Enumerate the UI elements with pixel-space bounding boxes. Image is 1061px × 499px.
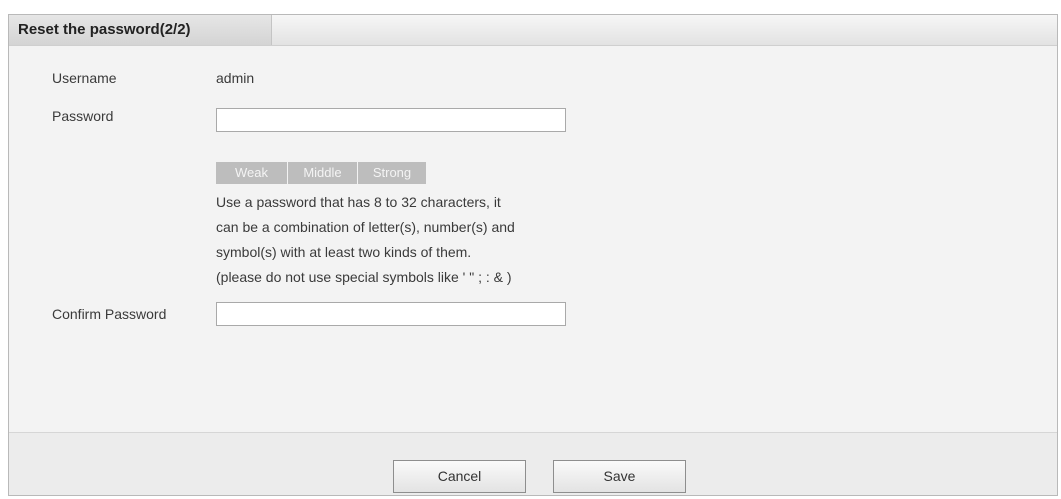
strength-middle: Middle <box>288 162 357 184</box>
dialog-footer: Cancel Save <box>9 432 1057 495</box>
confirm-password-label: Confirm Password <box>52 306 167 322</box>
strength-weak: Weak <box>216 162 287 184</box>
password-input[interactable] <box>216 108 566 132</box>
username-label: Username <box>52 70 117 86</box>
cancel-button[interactable]: Cancel <box>393 460 526 493</box>
username-value: admin <box>216 70 255 86</box>
password-hint-line: Use a password that has 8 to 32 characte… <box>216 194 501 210</box>
password-hint-line: (please do not use special symbols like … <box>216 269 512 285</box>
password-label: Password <box>52 108 114 124</box>
dialog-title: Reset the password(2/2) <box>18 21 191 38</box>
password-hint-line: symbol(s) with at least two kinds of the… <box>216 244 472 260</box>
password-strength-meter: Weak Middle Strong <box>216 162 427 184</box>
dialog-header: Reset the password(2/2) <box>9 15 1057 46</box>
password-hint-line: can be a combination of letter(s), numbe… <box>216 219 515 235</box>
reset-password-dialog: Reset the password(2/2) Username admin P… <box>8 14 1058 496</box>
dialog-body: Username admin Password Weak Middle Stro… <box>9 46 1057 432</box>
strength-strong: Strong <box>358 162 426 184</box>
save-button[interactable]: Save <box>553 460 686 493</box>
confirm-password-input[interactable] <box>216 302 566 326</box>
